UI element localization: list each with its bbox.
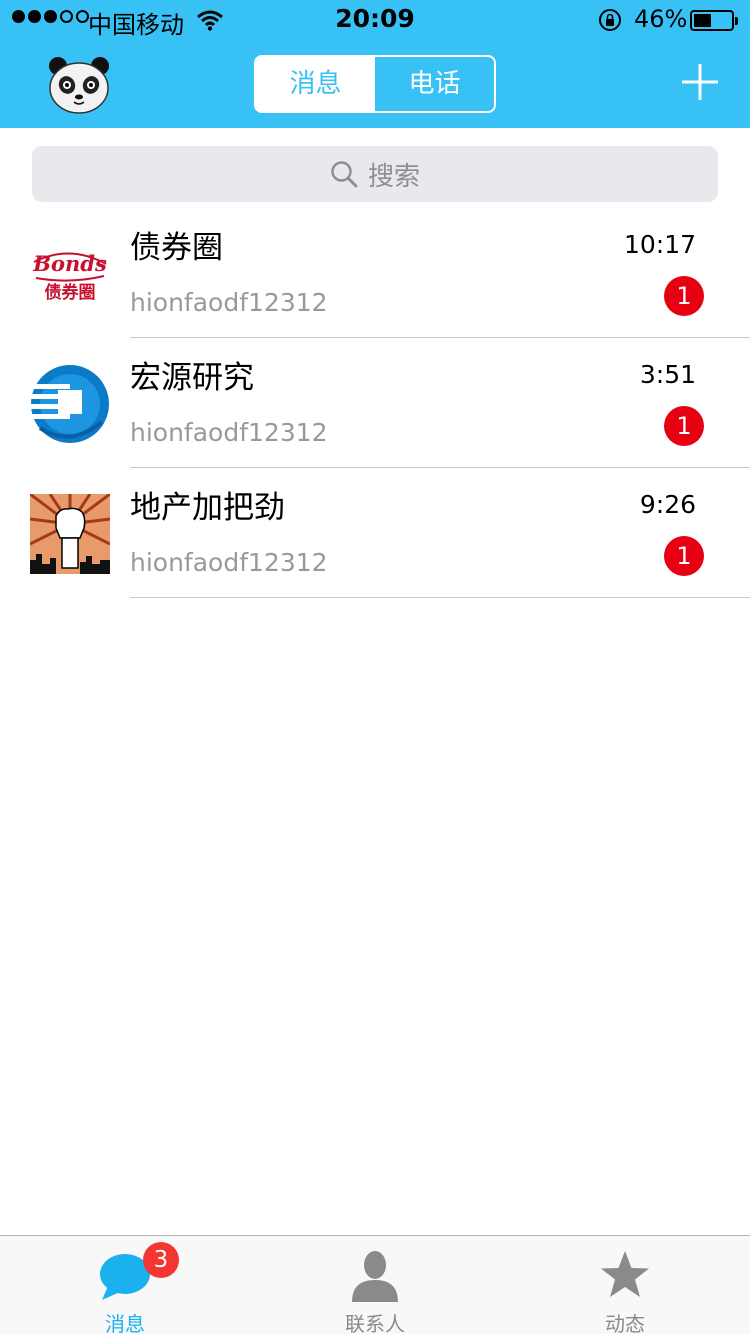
chat-name: 宏源研究	[130, 360, 254, 396]
chat-time: 3:51	[639, 360, 696, 389]
svg-text:Bonds: Bonds	[32, 251, 107, 276]
rotation-lock-icon	[599, 9, 621, 31]
unread-badge: 1	[664, 536, 704, 576]
panda-avatar-icon[interactable]	[48, 56, 110, 114]
battery-percent: 46%	[634, 5, 688, 33]
search-placeholder: 搜索	[367, 161, 420, 192]
chat-preview: hionfaodf12312	[130, 288, 328, 317]
fist-poster-icon	[30, 494, 110, 574]
chat-time: 10:17	[623, 230, 696, 259]
tab-messages-bottom[interactable]: 3 消息	[0, 1236, 250, 1336]
chat-preview: hionfaodf12312	[130, 548, 328, 577]
chat-row[interactable]: 地产加把劲 hionfaodf12312 9:26 1	[0, 468, 750, 598]
plus-icon[interactable]	[682, 64, 718, 100]
chat-name: 地产加把劲	[130, 490, 285, 526]
tab-calls[interactable]: 电话	[375, 57, 494, 111]
tab-moments[interactable]: 动态	[500, 1236, 750, 1336]
chat-time: 9:26	[639, 490, 696, 519]
battery-icon	[690, 10, 738, 31]
svg-text:债券圈: 债券圈	[45, 282, 96, 303]
tab-badge: 3	[143, 1242, 179, 1278]
segmented-control: 消息 电话	[254, 55, 496, 113]
chat-row[interactable]: 宏源研究 hionfaodf12312 3:51 1	[0, 338, 750, 468]
chat-row[interactable]: Bonds 债券圈 债券圈 hionfaodf12312 10:17 1	[0, 208, 750, 338]
tab-label: 动态	[605, 1312, 645, 1336]
tab-label: 消息	[105, 1312, 145, 1336]
unread-badge: 1	[664, 406, 704, 446]
tab-messages[interactable]: 消息	[256, 57, 375, 111]
hongyuan-logo-icon	[30, 365, 109, 443]
chat-name: 债券圈	[130, 230, 223, 266]
star-icon	[601, 1251, 649, 1297]
search-bar[interactable]: 搜索	[32, 146, 718, 202]
bonds-logo-icon: Bonds 债券圈	[30, 234, 110, 314]
bottom-tab-bar: 3 消息 联系人 动态	[0, 1235, 750, 1336]
row-divider	[130, 597, 750, 598]
tab-label: 联系人	[345, 1312, 405, 1336]
search-icon	[331, 161, 358, 188]
unread-badge: 1	[664, 276, 704, 316]
top-header: 中国移动 20:09 46% 消息 电话	[0, 0, 750, 128]
tab-contacts[interactable]: 联系人	[250, 1236, 500, 1336]
chat-preview: hionfaodf12312	[130, 418, 328, 447]
contact-person-icon	[352, 1251, 398, 1302]
status-bar: 中国移动 20:09 46%	[0, 0, 750, 40]
